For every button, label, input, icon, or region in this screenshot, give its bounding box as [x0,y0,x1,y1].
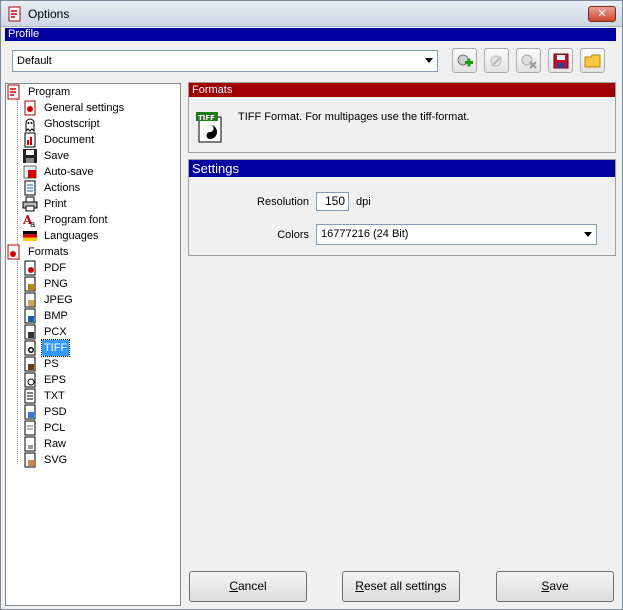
formats-icon [7,244,20,260]
tree-node-label: Formats [28,246,69,258]
svg-text:a: a [30,220,36,228]
print-icon [22,196,38,212]
resolution-input[interactable]: 150 [316,192,349,211]
formats-panel: Formats TIFF TIFF Format. For multipages… [188,82,616,153]
reset-button-label: eset all settings [363,579,447,593]
tree-item-label: PCX [44,326,67,338]
pdfcreator-app-icon [8,6,21,22]
tree-item-label: General settings [44,102,125,114]
tree-item-label: Document [44,134,95,146]
tree-item-label: PNG [44,278,68,290]
save-button-label: ave [549,579,569,593]
colors-select[interactable]: 16777216 (24 Bit) [316,224,597,245]
open-folder-button[interactable] [580,48,605,73]
png-file-icon [24,276,36,292]
tree-item-label: Raw [44,438,67,450]
pdf-file-icon [24,260,36,276]
tree-item-label: Languages [44,230,99,242]
tiff-icon-label: TIFF [198,114,215,122]
pcx-file-icon [24,324,36,340]
colors-select-value: 16777216 (24 Bit) [321,228,409,240]
tree-item-label: PSD [44,406,67,418]
tree-item-label: TXT [44,390,65,402]
settings-header: Settings [189,160,615,177]
pcl-file-icon [24,420,36,436]
eps-file-icon [24,372,36,388]
settings-panel: Settings Resolution 150 dpi Colors 16777… [188,159,616,256]
resolution-label: Resolution [257,196,309,208]
delete-profile-button[interactable] [516,48,541,73]
colors-label: Colors [277,229,309,241]
open-folder-icon [584,54,600,67]
add-profile-icon [457,54,473,66]
jpeg-file-icon [24,292,36,308]
txt-file-icon [24,388,36,404]
document-icon [24,132,36,148]
tree-item-label: Actions [44,182,81,194]
reset-button-mnemonic: R [355,579,364,593]
save-button[interactable]: Save [496,571,614,602]
window-title: Options [28,7,70,21]
resolution-unit: dpi [356,196,371,208]
actions-icon [24,180,36,196]
close-button[interactable]: ✕ [588,6,616,22]
tree-item-label: Ghostscript [44,118,100,130]
general-settings-icon [24,100,36,116]
reset-all-settings-button[interactable]: Reset all settings [342,571,460,602]
chevron-down-icon [582,227,594,242]
profile-select[interactable]: Default [12,50,438,72]
bmp-file-icon [24,308,36,324]
profile-select-value: Default [17,55,52,67]
tree-item-label: BMP [44,310,68,322]
tree-item-label: EPS [44,374,67,386]
tree-item-label: PS [44,358,59,370]
chevron-down-icon [423,53,435,68]
options-window: Options ✕ Profile Default Program Genera… [0,0,623,610]
cancel-button-label: ancel [237,579,267,593]
psd-file-icon [24,404,36,420]
add-profile-button[interactable] [452,48,477,73]
tree-item-label: PCL [44,422,66,434]
tree-item-label: SVG [44,454,68,466]
options-tree[interactable]: Program General settings Ghostscript Doc… [5,83,181,606]
save-icon [23,149,37,163]
title-bar[interactable]: Options ✕ [1,1,622,27]
format-description: TIFF Format. For multipages use the tiff… [238,111,470,123]
tree-item-label: TIFF [40,339,71,357]
svg-file-icon [24,452,36,468]
tree-connector [17,258,18,464]
cancel-button-mnemonic: C [229,579,238,593]
save-profile-button[interactable] [548,48,573,73]
ghostscript-icon [25,118,35,132]
tree-connector [17,98,18,248]
save-profile-icon [553,53,568,68]
tree-item-label: Print [44,198,67,210]
rename-profile-icon [490,55,502,67]
profile-header: Profile [5,28,616,41]
font-icon: A a [22,213,36,228]
language-flag-icon [23,231,37,241]
tree-node-label: Program [28,86,71,98]
program-icon [7,84,20,100]
delete-profile-icon [521,54,537,69]
cancel-button[interactable]: Cancel [189,571,307,602]
tree-item-label: Program font [44,214,108,226]
tree-item-label: PDF [44,262,66,274]
tiff-format-icon: TIFF [196,112,222,143]
raw-file-icon [24,436,36,452]
formats-header: Formats [189,83,615,97]
ps-file-icon [24,356,36,372]
rename-profile-button[interactable] [484,48,509,73]
tree-item-label: Auto-save [44,166,94,178]
tree-item-label: JPEG [44,294,73,306]
tiff-file-icon [24,340,36,356]
auto-save-icon [23,165,37,179]
tree-item-label: Save [44,150,70,162]
